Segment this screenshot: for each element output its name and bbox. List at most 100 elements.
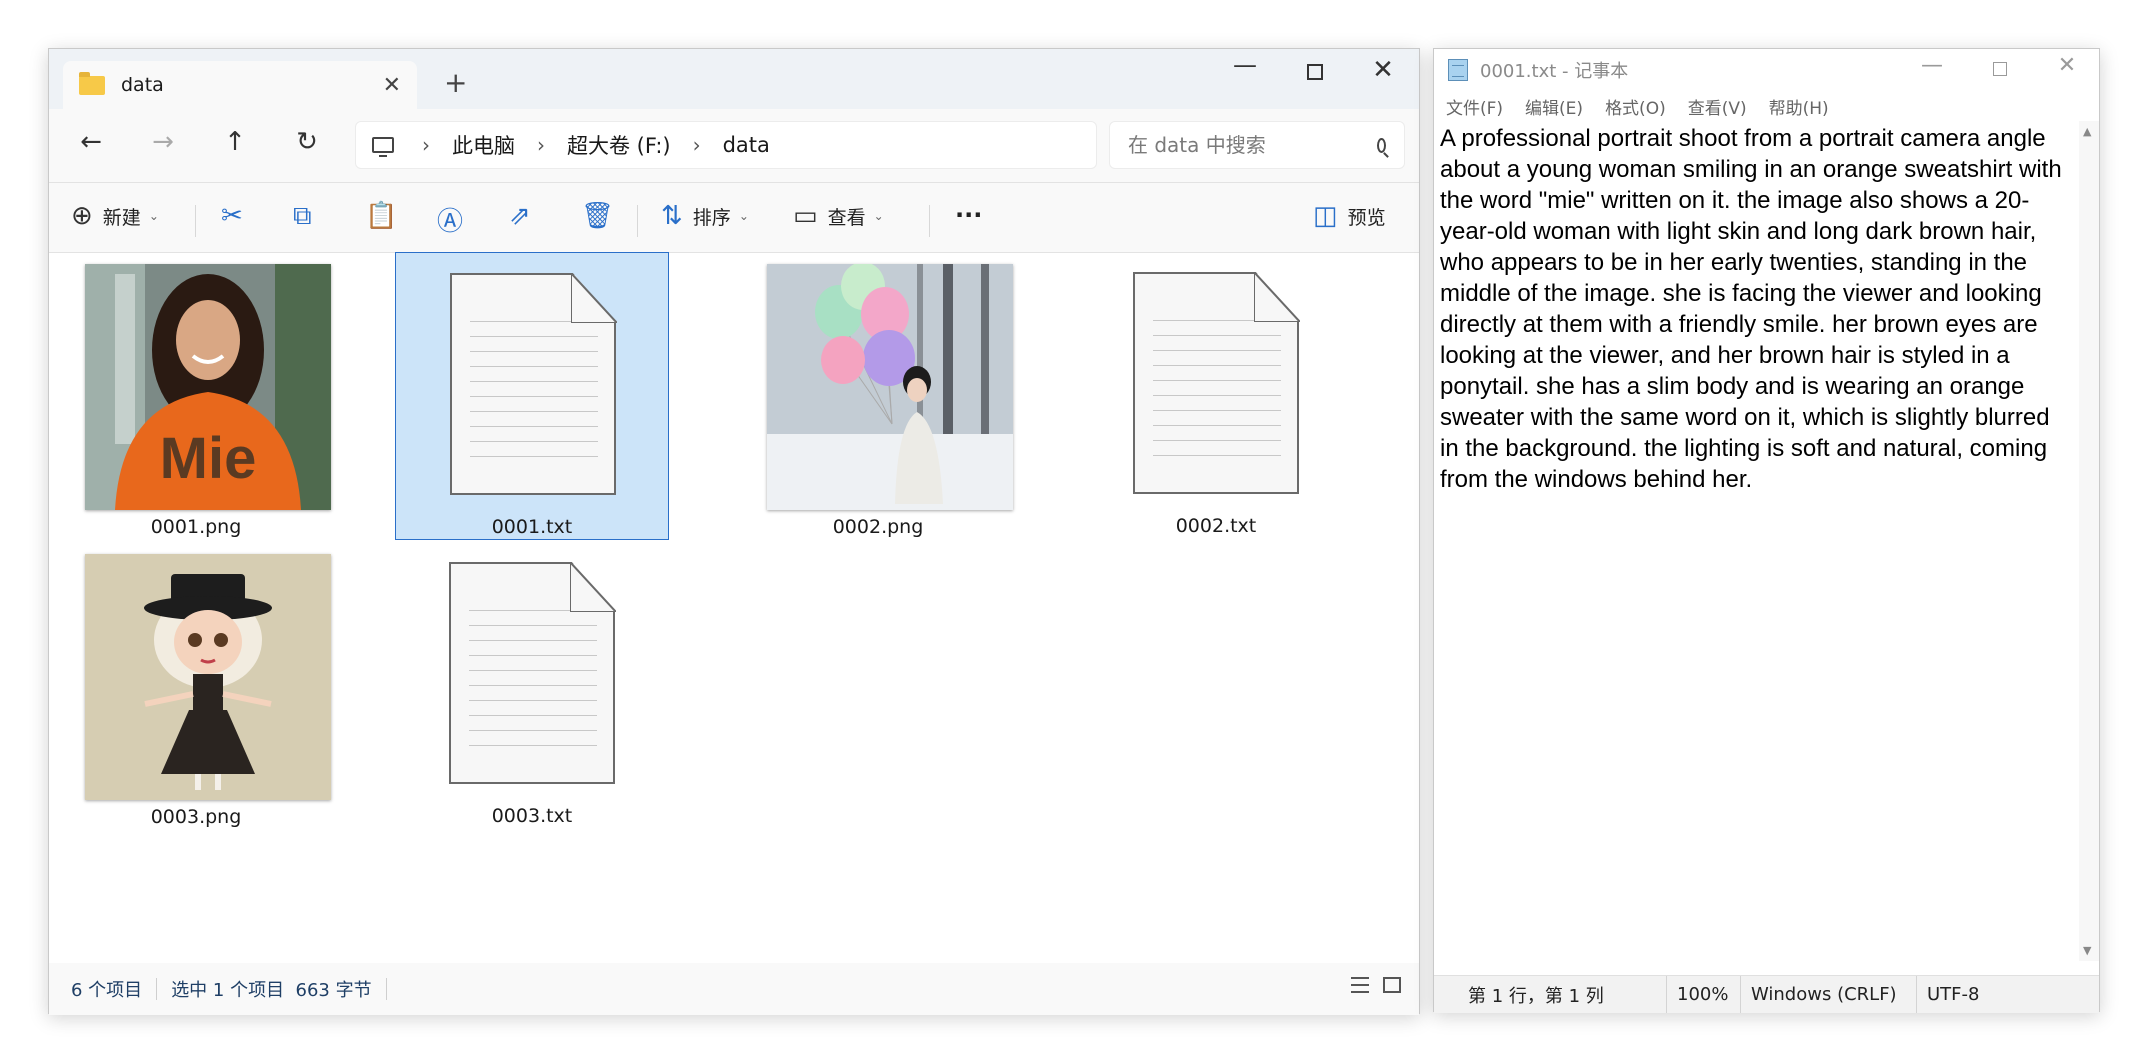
- image-thumbnail: [85, 554, 331, 800]
- chevron-down-icon: ⌄: [148, 209, 159, 223]
- file-item-0003-png[interactable]: 0003.png: [59, 548, 333, 836]
- copy-icon: ⧉: [293, 201, 312, 231]
- trash-icon: 🗑: [581, 201, 615, 231]
- notepad-status-bar: 第 1 行，第 1 列 100% Windows (CRLF) UTF-8: [1434, 975, 2099, 1013]
- notepad-title: 0001.txt - 记事本: [1480, 61, 1629, 82]
- maximize-icon: [1993, 62, 2007, 76]
- file-item-0001-txt[interactable]: 0001.txt: [395, 252, 669, 540]
- menu-format[interactable]: 格式(O): [1605, 94, 1666, 119]
- maximize-icon: [1307, 64, 1323, 80]
- text-editor[interactable]: A professional portrait shoot from a por…: [1436, 121, 2076, 961]
- rename-button[interactable]: Ⓐ: [437, 201, 473, 238]
- file-item-0003-txt[interactable]: 0003.txt: [395, 542, 669, 830]
- plus-circle-icon: ⊕: [71, 201, 93, 231]
- view-mode-switcher: [1351, 977, 1401, 993]
- scissors-icon: ✂: [221, 201, 243, 231]
- file-name: 0001.txt: [491, 516, 573, 538]
- preview-pane-icon: ◫: [1313, 201, 1338, 231]
- toolbar-divider: [929, 205, 930, 237]
- chevron-down-icon: ⌄: [873, 209, 884, 223]
- menu-edit[interactable]: 编辑(E): [1525, 94, 1583, 119]
- explorer-titlebar: data ✕ + — ✕: [49, 49, 1419, 109]
- toolbar-divider: [637, 205, 638, 237]
- folder-icon: [79, 71, 105, 95]
- line-ending: Windows (CRLF): [1741, 976, 1917, 1013]
- search-icon: [1377, 137, 1386, 153]
- breadcrumb-this-pc[interactable]: 此电脑: [452, 130, 515, 160]
- status-divider: [156, 978, 158, 1000]
- menu-help[interactable]: 帮助(H): [1769, 94, 1829, 119]
- close-button[interactable]: ✕: [2037, 53, 2097, 78]
- image-thumbnail: [767, 264, 1013, 510]
- explorer-status-bar: 6 个项目 选中 1 个项目 663 字节: [49, 963, 1419, 1015]
- file-name: 0001.png: [150, 516, 242, 538]
- toolbar-divider: [195, 205, 196, 237]
- scroll-up-icon[interactable]: ▲: [2083, 125, 2091, 138]
- cursor-position: 第 1 行，第 1 列: [1434, 976, 1667, 1013]
- back-button[interactable]: ←: [71, 127, 111, 157]
- minimize-button[interactable]: —: [1902, 53, 1962, 78]
- view-button[interactable]: ▭ 查看 ⌄: [793, 201, 884, 231]
- selection-info: 选中 1 个项目 663 字节: [171, 980, 372, 1001]
- new-tab-button[interactable]: +: [444, 63, 467, 103]
- view-icon: ▭: [793, 201, 818, 231]
- refresh-button[interactable]: ↻: [287, 127, 327, 157]
- svg-text:Mie: Mie: [160, 426, 257, 491]
- menu-view[interactable]: 查看(V): [1688, 94, 1747, 119]
- notepad-window: 0001.txt - 记事本 — ✕ 文件(F) 编辑(E) 格式(O) 查看(…: [1433, 48, 2100, 1013]
- scroll-down-icon[interactable]: ▼: [2083, 944, 2091, 957]
- chevron-right-icon: ›: [692, 133, 701, 157]
- vertical-scrollbar[interactable]: ▲ ▼: [2079, 121, 2099, 961]
- maximize-button[interactable]: [1970, 53, 2030, 82]
- zoom-level: 100%: [1667, 976, 1741, 1013]
- encoding: UTF-8: [1927, 984, 1980, 1005]
- menu-file[interactable]: 文件(F): [1446, 94, 1503, 119]
- minimize-button[interactable]: —: [1217, 51, 1273, 79]
- cut-button[interactable]: ✂: [221, 201, 253, 231]
- preview-pane-button[interactable]: ◫ 预览: [1313, 201, 1386, 231]
- delete-button[interactable]: 🗑: [581, 201, 624, 231]
- details-view-icon[interactable]: [1351, 977, 1369, 993]
- up-button[interactable]: ↑: [215, 127, 255, 157]
- notepad-icon: [1448, 59, 1468, 81]
- file-name: 0003.png: [150, 806, 242, 828]
- file-item-0002-txt[interactable]: 0002.txt: [1079, 252, 1353, 540]
- address-bar[interactable]: › 此电脑 › 超大卷 (F:) › data: [355, 121, 1097, 169]
- clipboard-icon: 📋: [365, 201, 398, 231]
- file-grid: Mie 0001.png 0001.txt 0002.png 0002.txt …: [49, 252, 1419, 963]
- file-item-0002-png[interactable]: 0002.png: [741, 258, 1015, 546]
- sort-label: 排序: [692, 206, 731, 229]
- sort-button[interactable]: ⇅ 排序 ⌄: [661, 201, 749, 231]
- file-explorer-window: data ✕ + — ✕ ← → ↑ ↻ › 此电脑 › 超大卷 (F:) › …: [48, 48, 1420, 1015]
- close-button[interactable]: ✕: [1355, 55, 1411, 85]
- rename-icon: Ⓐ: [437, 207, 464, 237]
- tab-title: data: [121, 74, 164, 96]
- new-label: 新建: [102, 206, 141, 229]
- maximize-button[interactable]: [1287, 55, 1343, 86]
- tiles-view-icon[interactable]: [1383, 977, 1401, 993]
- breadcrumb-drive[interactable]: 超大卷 (F:): [567, 130, 671, 160]
- file-name: 0002.png: [832, 516, 924, 538]
- notepad-menubar: 文件(F) 编辑(E) 格式(O) 查看(V) 帮助(H): [1434, 91, 2099, 121]
- navigation-bar: ← → ↑ ↻ › 此电脑 › 超大卷 (F:) › data: [49, 109, 1419, 183]
- this-pc-icon: [372, 137, 394, 157]
- share-button[interactable]: ⇗: [509, 201, 541, 231]
- file-name: 0003.txt: [491, 805, 573, 827]
- breadcrumb-data[interactable]: data: [723, 133, 770, 157]
- search-input[interactable]: [1128, 133, 1377, 157]
- more-options-button[interactable]: ···: [955, 201, 982, 229]
- new-button[interactable]: ⊕ 新建 ⌄: [71, 201, 159, 231]
- search-box[interactable]: [1109, 121, 1405, 169]
- copy-button[interactable]: ⧉: [293, 201, 322, 232]
- file-item-0001-png[interactable]: Mie 0001.png: [59, 258, 333, 546]
- sort-icon: ⇅: [661, 201, 683, 231]
- preview-label: 预览: [1347, 206, 1386, 229]
- paste-button[interactable]: 📋: [365, 201, 407, 231]
- tab-close-icon[interactable]: ✕: [383, 73, 401, 98]
- share-icon: ⇗: [509, 201, 531, 231]
- chevron-right-icon: ›: [537, 133, 545, 157]
- item-count: 6 个项目: [71, 980, 143, 1001]
- chevron-down-icon: ⌄: [738, 209, 749, 223]
- tab-data[interactable]: data ✕: [63, 61, 417, 109]
- forward-button[interactable]: →: [143, 127, 183, 157]
